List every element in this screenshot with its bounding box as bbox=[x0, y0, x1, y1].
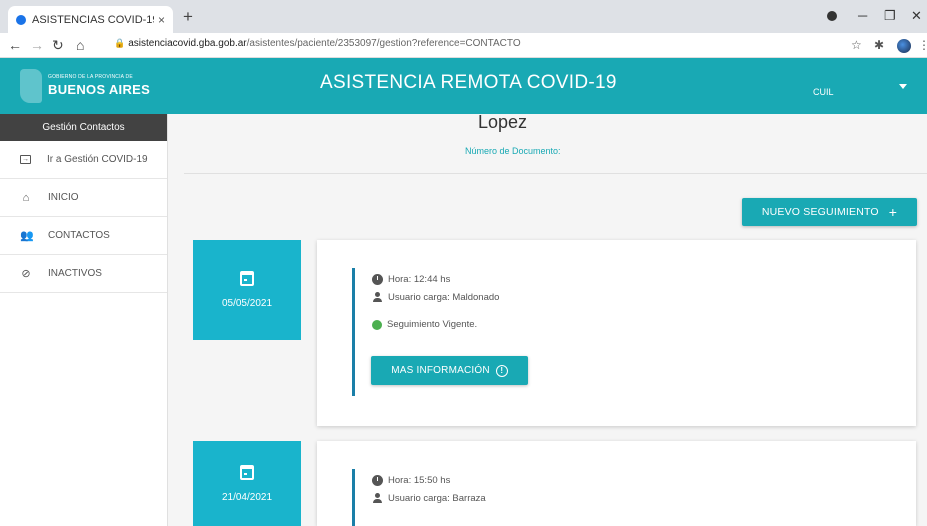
user-menu-caret-icon[interactable] bbox=[899, 84, 907, 89]
followup-user-row: Usuario carga: Maldonado bbox=[372, 292, 499, 303]
url-field[interactable]: 🔒 asistenciacovid.gba.gob.ar/asistentes/p… bbox=[114, 38, 521, 49]
sidebar-item-inicio[interactable]: ⌂ INICIO bbox=[0, 179, 167, 217]
sidebar-item-gestion-covid[interactable]: → Ir a Gestión COVID-19 bbox=[0, 141, 167, 179]
lock-icon: 🔒 bbox=[114, 38, 126, 48]
people-icon: 👥 bbox=[20, 230, 34, 242]
maximize-icon[interactable]: ❐ bbox=[884, 8, 896, 24]
sidebar: Gestión Contactos → Ir a Gestión COVID-1… bbox=[0, 114, 168, 526]
back-icon[interactable]: ← bbox=[8, 37, 22, 53]
sidebar-item-label: INACTIVOS bbox=[48, 268, 102, 279]
favicon-icon bbox=[16, 14, 26, 25]
calendar-icon bbox=[240, 271, 254, 286]
exit-icon: → bbox=[20, 155, 31, 164]
followup-date-box: 21/04/2021 bbox=[193, 441, 301, 526]
browser-tab-bar: ASISTENCIAS COVID-19 | GBA × + ─ ❐ ✕ bbox=[0, 0, 927, 33]
sidebar-heading: Gestión Contactos bbox=[0, 114, 167, 141]
app-title: ASISTENCIA REMOTA COVID-19 bbox=[320, 72, 617, 93]
browser-avatar[interactable] bbox=[897, 39, 911, 53]
sidebar-item-contactos[interactable]: 👥 CONTACTOS bbox=[0, 217, 167, 255]
followup-date-box: 05/05/2021 bbox=[193, 240, 301, 340]
more-info-button[interactable]: MAS INFORMACIÓN ! bbox=[371, 356, 528, 385]
sidebar-item-label: INICIO bbox=[48, 192, 79, 203]
followup-status-row: Seguimiento Vigente. bbox=[372, 319, 477, 330]
followup-time: Hora: 12:44 hs bbox=[388, 274, 451, 285]
followup-card: Hora: 12:44 hs Usuario carga: Maldonado … bbox=[317, 240, 916, 426]
followup-status: Seguimiento Vigente. bbox=[387, 319, 478, 330]
address-bar: ← → ↻ ⌂ 🔒 asistenciacovid.gba.gob.ar/asis… bbox=[0, 33, 927, 58]
province-map-icon bbox=[20, 69, 42, 103]
followup-time-row: Hora: 12:44 hs bbox=[372, 274, 450, 285]
followup-date: 21/04/2021 bbox=[221, 491, 273, 503]
followup-card: Hora: 15:50 hs Usuario carga: Barraza bbox=[317, 441, 916, 526]
more-info-label: MAS INFORMACIÓN bbox=[391, 365, 490, 376]
window-close-icon[interactable]: ✕ bbox=[911, 8, 922, 24]
block-icon: ⊘ bbox=[21, 268, 31, 280]
url-host: asistenciacovid.gba.gob.ar bbox=[128, 38, 247, 49]
clock-icon bbox=[372, 475, 383, 486]
divider bbox=[184, 173, 927, 174]
plus-icon: + bbox=[888, 204, 898, 220]
followup-user-row: Usuario carga: Barraza bbox=[372, 493, 486, 504]
profile-icon[interactable] bbox=[827, 11, 837, 21]
home-icon: ⌂ bbox=[22, 191, 30, 204]
timeline-bar bbox=[352, 268, 355, 396]
followup-date: 05/05/2021 bbox=[221, 298, 273, 309]
calendar-icon bbox=[240, 464, 254, 480]
new-tab-button[interactable]: + bbox=[183, 7, 193, 27]
tab-title: ASISTENCIAS COVID-19 | GBA bbox=[32, 13, 154, 26]
sidebar-item-inactivos[interactable]: ⊘ INACTIVOS bbox=[0, 255, 167, 293]
info-icon: ! bbox=[495, 364, 508, 377]
patient-name: Lopez bbox=[478, 112, 528, 132]
new-followup-label: NUEVO SEGUIMIENTO bbox=[761, 206, 879, 218]
followup-time-row: Hora: 15:50 hs bbox=[372, 475, 450, 486]
followup-user: Usuario carga: Barraza bbox=[388, 493, 486, 504]
menu-kebab-icon[interactable]: ⋮ bbox=[918, 38, 927, 52]
logo[interactable]: GOBIERNO DE LA PROVINCIA DE BUENOS AIRES bbox=[20, 65, 160, 107]
browser-tab[interactable]: ASISTENCIAS COVID-19 | GBA × bbox=[8, 6, 173, 33]
followup-time: Hora: 15:50 hs bbox=[388, 475, 451, 486]
new-followup-button[interactable]: NUEVO SEGUIMIENTO + bbox=[742, 198, 917, 226]
reload-icon[interactable]: ↻ bbox=[52, 37, 64, 54]
user-icon bbox=[372, 292, 383, 303]
app-header: GOBIERNO DE LA PROVINCIA DE BUENOS AIRES… bbox=[0, 58, 927, 114]
user-icon bbox=[372, 493, 383, 504]
status-dot-icon bbox=[372, 319, 382, 330]
forward-icon[interactable]: → bbox=[30, 37, 44, 53]
timeline-bar bbox=[352, 469, 355, 526]
logo-big-text: BUENOS AIRES bbox=[48, 81, 151, 97]
minimize-icon[interactable]: ─ bbox=[858, 8, 867, 23]
tab-close-icon[interactable]: × bbox=[158, 13, 165, 27]
sidebar-item-label: CONTACTOS bbox=[48, 230, 110, 241]
logo-small-text: GOBIERNO DE LA PROVINCIA DE bbox=[48, 73, 133, 80]
followup-user: Usuario carga: Maldonado bbox=[388, 292, 500, 303]
extensions-icon[interactable]: ✱ bbox=[874, 38, 884, 52]
home-browser-icon[interactable]: ⌂ bbox=[76, 37, 84, 53]
user-cuil[interactable]: CUIL bbox=[813, 87, 834, 97]
sidebar-item-label: Ir a Gestión COVID-19 bbox=[47, 154, 148, 165]
url-path: /asistentes/paciente/2353097/gestion?ref… bbox=[246, 38, 521, 49]
document-number-label: Número de Documento: bbox=[465, 146, 561, 156]
bookmark-star-icon[interactable]: ☆ bbox=[851, 38, 862, 52]
clock-icon bbox=[372, 274, 383, 285]
